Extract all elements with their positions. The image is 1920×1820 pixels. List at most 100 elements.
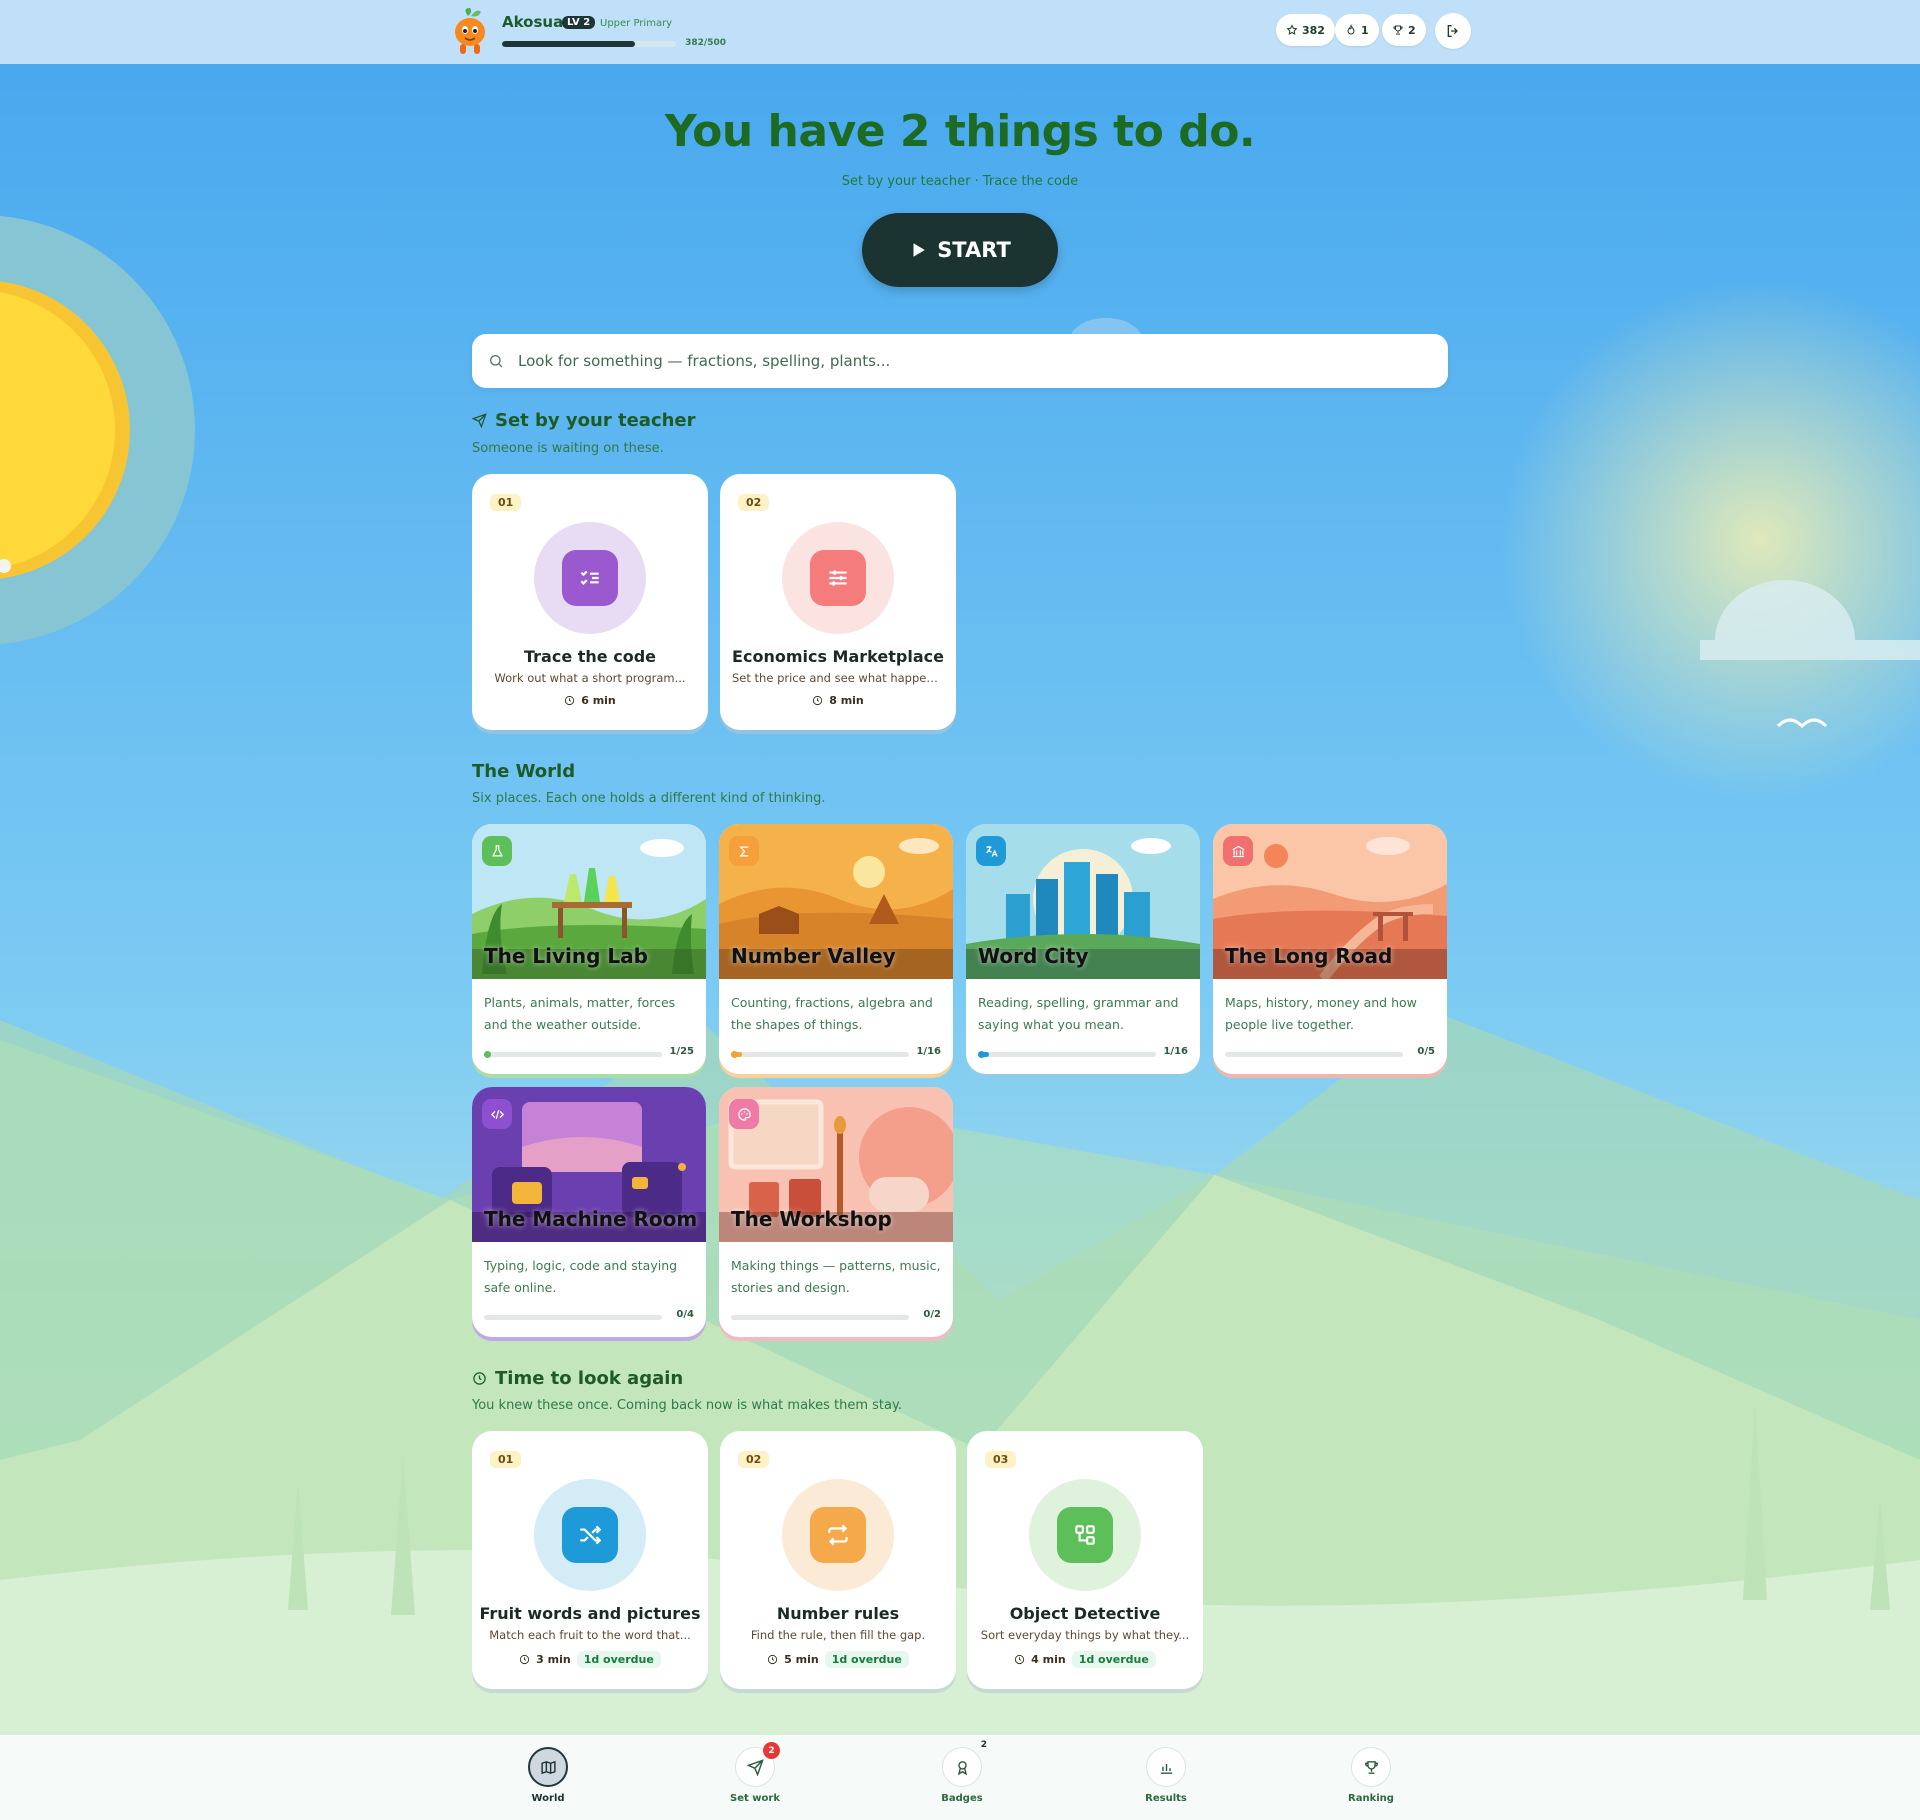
museum-icon: [1223, 836, 1253, 866]
repeat-icon: [810, 1507, 866, 1563]
map-icon: [540, 1760, 556, 1774]
card-description: Work out what a short program...: [494, 671, 686, 685]
nav-item-ranking[interactable]: Ranking: [1311, 1747, 1431, 1804]
card-description: Find the rule, then fill the gap.: [750, 1628, 926, 1642]
overdue-badge: 1d overdue: [824, 1651, 909, 1668]
trophy-icon: [1364, 1760, 1378, 1774]
start-label: START: [937, 238, 1011, 262]
nav-item-results[interactable]: Results: [1106, 1747, 1226, 1804]
world-card-machine-room[interactable]: The Machine Room Typing, logic, code and…: [472, 1087, 706, 1337]
send-icon: [746, 1758, 764, 1776]
assigned-card-trace-the-code[interactable]: 01 Trace the code Work out what a short …: [472, 474, 708, 730]
review-card-fruit-words[interactable]: 01 Fruit words and pictures Match each f…: [472, 1431, 708, 1689]
world-progress-text: 1/16: [916, 1046, 941, 1057]
world-card-title: The Long Road: [1225, 944, 1393, 968]
world-card-description: Typing, logic, code and staying safe onl…: [484, 1258, 678, 1295]
assigned-card-economics-marketplace[interactable]: 02 Economics Marketplace Set the price a…: [720, 474, 956, 730]
assigned-section-subtitle: Someone is waiting on these.: [472, 441, 664, 456]
world-section-title: The World: [472, 761, 575, 782]
nav-label: Set work: [730, 1793, 780, 1804]
nav-label: Badges: [941, 1793, 983, 1804]
card-title: Number rules: [776, 1604, 900, 1623]
card-number: 01: [490, 494, 522, 511]
card-meta: 4 min 1d overdue: [967, 1651, 1203, 1668]
card-number: 01: [490, 1451, 522, 1468]
card-meta: 8 min: [720, 694, 956, 707]
xp-text: 382/500: [685, 38, 726, 48]
notification-badge: 2: [763, 1742, 780, 1759]
search-bar: [472, 334, 1448, 388]
palette-icon: [729, 1099, 759, 1129]
flame-icon: [1347, 24, 1355, 35]
clock-icon: [1015, 1654, 1025, 1665]
world-progress-bar: [1225, 1052, 1403, 1057]
nav-label: Results: [1145, 1793, 1187, 1804]
world-progress-bar: [731, 1051, 909, 1058]
search-icon: [490, 355, 503, 368]
trophies-count: 2: [1408, 23, 1416, 37]
flask-icon: [482, 836, 512, 866]
card-meta: 6 min: [472, 694, 708, 707]
overdue-badge: 1d overdue: [576, 1651, 661, 1668]
clock-icon: [565, 695, 575, 706]
start-button[interactable]: START: [862, 213, 1058, 287]
world-card-title: Number Valley: [731, 944, 896, 968]
nav-label: Ranking: [1348, 1793, 1394, 1804]
world-card-word-city[interactable]: Word City Reading, spelling, grammar and…: [966, 824, 1200, 1074]
translate-icon: [976, 836, 1006, 866]
grade-label: Upper Primary: [600, 18, 673, 29]
world-card-long-road[interactable]: The Long Road Maps, history, money and h…: [1213, 824, 1447, 1074]
review-card-number-rules[interactable]: 02 Number rules Find the rule, then fill…: [720, 1431, 956, 1689]
sigma-icon: [729, 836, 759, 866]
card-meta: 3 min 1d overdue: [472, 1651, 708, 1668]
code-icon: [482, 1099, 512, 1129]
level-badge: LV 2: [562, 16, 596, 29]
world-progress-text: 1/16: [1163, 1046, 1188, 1057]
medal-icon: [957, 1760, 967, 1775]
world-progress-bar: [731, 1315, 909, 1320]
world-card-title: The Workshop: [731, 1207, 892, 1231]
world-card-title: The Machine Room: [484, 1207, 698, 1231]
nav-item-set-work[interactable]: 2 Set work: [695, 1742, 815, 1804]
streak-count: 1: [1361, 23, 1369, 37]
world-progress-bar: [484, 1315, 662, 1320]
nav-item-world[interactable]: World: [488, 1747, 608, 1804]
card-time: 8 min: [829, 694, 864, 707]
shuffle-icon: [562, 1507, 618, 1563]
trophies-chip[interactable]: 2: [1382, 14, 1426, 46]
card-title: Economics Marketplace: [732, 647, 944, 666]
clock-icon: [813, 695, 823, 706]
nav-item-badges[interactable]: 2 Badges: [902, 1740, 1022, 1804]
world-card-number-valley[interactable]: Number Valley Counting, fractions, algeb…: [719, 824, 953, 1074]
assigned-title-text: Set by your teacher: [495, 410, 696, 431]
assigned-section-title: Set by your teacher: [472, 410, 696, 431]
logout-icon: [1447, 25, 1458, 37]
world-card-description: Reading, spelling, grammar and saying wh…: [978, 995, 1179, 1032]
card-title: Object Detective: [1009, 1604, 1161, 1623]
world-progress-text: 0/2: [923, 1309, 941, 1320]
streak-chip[interactable]: 1: [1335, 14, 1379, 46]
stars-chip[interactable]: 382: [1276, 14, 1335, 46]
card-description: Set the price and see what happens...: [732, 671, 944, 685]
world-card-description: Counting, fractions, algebra and the sha…: [731, 995, 933, 1032]
card-description: Match each fruit to the word that...: [489, 1628, 691, 1642]
world-card-description: Plants, animals, matter, forces and the …: [484, 995, 676, 1032]
search-input[interactable]: [518, 352, 1418, 370]
sort-icon: [1057, 1507, 1113, 1563]
world-card-living-lab[interactable]: The Living Lab Plants, animals, matter, …: [472, 824, 706, 1074]
play-icon: [913, 243, 925, 257]
world-card-workshop[interactable]: The Workshop Making things — patterns, m…: [719, 1087, 953, 1337]
nav-label: World: [531, 1793, 565, 1804]
hero-title: You have 2 things to do.: [664, 106, 1256, 157]
card-number: 02: [738, 494, 770, 511]
checklist-icon: [562, 550, 618, 606]
user-name: Akosua: [502, 13, 564, 31]
review-card-object-detective[interactable]: 03 Object Detective Sort everyday things…: [967, 1431, 1203, 1689]
card-title: Fruit words and pictures: [479, 1604, 701, 1623]
world-progress-bar: [484, 1051, 662, 1058]
logout-button[interactable]: [1435, 13, 1471, 49]
review-title-text: Time to look again: [495, 1368, 684, 1389]
clock-icon: [768, 1654, 778, 1665]
count-badge: 2: [980, 1740, 987, 1750]
star-icon: [1286, 24, 1298, 35]
